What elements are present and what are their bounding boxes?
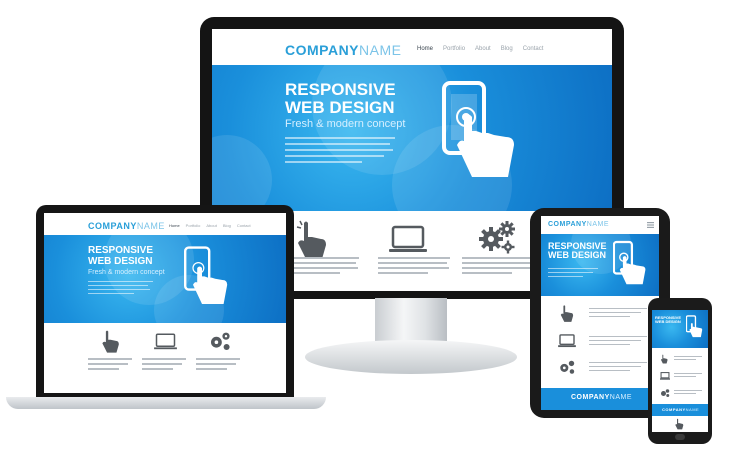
brand-part2: NAME [586, 221, 609, 228]
laptop-feature-text-3 [196, 358, 240, 373]
laptop-feature-text-2 [142, 358, 186, 373]
phone-feature-text-3 [674, 390, 702, 397]
nav-item-about[interactable]: About [475, 46, 491, 52]
desktop-feature-text-2 [378, 257, 450, 277]
phone-hero-banner: RESPONSIVE WEB DESIGN [652, 310, 708, 348]
tablet-feature-hand-icon [559, 304, 574, 323]
laptop-feature-laptop-icon [154, 333, 177, 351]
phone-bottom-hand-icon [674, 418, 684, 430]
hero-title-line1: RESPONSIVE [88, 245, 154, 256]
hero-title-line2: WEB DESIGN [655, 319, 681, 325]
touch-phone-icon [613, 240, 649, 288]
nav-item-portfolio[interactable]: Portfolio [443, 46, 465, 52]
tablet-feature-gears-icon [558, 358, 576, 376]
laptop-base [6, 397, 326, 409]
tablet-footer: COMPANYNAME [541, 388, 659, 410]
brand-part1: COMPANY [662, 407, 686, 412]
desktop-brand-logo[interactable]: COMPANYNAME [285, 42, 401, 58]
brand-part1: COMPANY [571, 394, 610, 401]
brand-part1: COMPANY [88, 221, 137, 231]
tablet-feature-text-1 [589, 308, 647, 320]
laptop-feature-gears-icon [208, 329, 232, 353]
tablet-screen: COMPANYNAME RESPONSIVE WEB DESIGN COMPAN… [541, 216, 659, 410]
touch-phone-icon [686, 315, 704, 339]
tablet-menu-icon[interactable] [647, 222, 654, 228]
nav-item-blog[interactable]: Blog [501, 46, 513, 52]
brand-part1: COMPANY [548, 221, 587, 228]
phone-hero-title: RESPONSIVE WEB DESIGN [655, 315, 681, 325]
nav-item-contact[interactable]: Contact [237, 223, 251, 228]
brand-part2: NAME [136, 221, 165, 231]
tablet-feature-text-3 [589, 362, 647, 374]
desktop-hero-banner: RESPONSIVE WEB DESIGN Fresh & modern con… [212, 65, 612, 211]
nav-item-about[interactable]: About [206, 223, 216, 228]
laptop-hero-subtitle: Fresh & modern concept [88, 269, 165, 276]
tablet-feature-laptop-icon [558, 334, 576, 348]
laptop-hero-banner: RESPONSIVE WEB DESIGN Fresh & modern con… [44, 235, 286, 323]
phone-feature-text-2 [674, 373, 702, 380]
phone-footer: COMPANYNAME [652, 404, 708, 416]
phone-footer-brand: COMPANYNAME [662, 407, 699, 412]
laptop-feature-text-1 [88, 358, 132, 373]
desktop-hero-title: RESPONSIVE WEB DESIGN [285, 81, 396, 117]
nav-item-home[interactable]: Home [169, 223, 180, 228]
hero-title-line1: RESPONSIVE [285, 80, 396, 99]
desktop-hero-body-lines [285, 137, 395, 167]
laptop-nav: Home Portfolio About Blog Contact [169, 223, 251, 228]
hero-title-line2: WEB DESIGN [88, 255, 153, 267]
desktop-feature-hand-icon [294, 219, 328, 261]
monitor-stand-neck [375, 298, 447, 346]
brand-part2: NAME [685, 407, 700, 412]
nav-item-contact[interactable]: Contact [523, 46, 544, 52]
phone-feature-laptop-icon [660, 372, 670, 380]
phone-home-button[interactable] [675, 434, 685, 440]
nav-item-home[interactable]: Home [417, 46, 433, 52]
brand-part2: NAME [609, 394, 632, 401]
tablet-footer-brand: COMPANYNAME [571, 394, 632, 401]
touch-phone-icon [184, 245, 232, 309]
desktop-feature-text-3 [462, 257, 534, 277]
desktop-feature-text-1 [294, 257, 359, 277]
tablet-hero-body-lines [548, 268, 598, 281]
laptop-brand-logo[interactable]: COMPANYNAME [88, 221, 165, 231]
phone-feature-text-1 [674, 356, 702, 363]
tablet-brand-logo[interactable]: COMPANYNAME [548, 221, 609, 228]
monitor-stand-base [305, 340, 517, 374]
laptop-hero-body-lines [88, 281, 153, 298]
desktop-feature-gears-icon [477, 217, 517, 257]
desktop-feature-laptop-icon [389, 225, 427, 255]
desktop-hero-subtitle: Fresh & modern concept [285, 118, 406, 130]
touch-phone-icon [442, 79, 522, 185]
nav-item-portfolio[interactable]: Portfolio [186, 223, 201, 228]
brand-part1: COMPANY [285, 42, 360, 58]
nav-item-blog[interactable]: Blog [223, 223, 231, 228]
hero-title-line2: WEB DESIGN [285, 97, 395, 117]
tablet-hero-title: RESPONSIVE WEB DESIGN [548, 241, 607, 261]
desktop-nav: Home Portfolio About Blog Contact [417, 46, 543, 52]
tablet-feature-text-2 [589, 336, 647, 348]
phone-feature-gears-icon [660, 388, 670, 398]
phone-feature-hand-icon [660, 354, 668, 364]
laptop-screen: COMPANYNAME Home Portfolio About Blog Co… [44, 213, 286, 393]
laptop-hero-title: RESPONSIVE WEB DESIGN [88, 245, 154, 267]
brand-part2: NAME [359, 42, 402, 58]
phone-screen: RESPONSIVE WEB DESIGN COMPANYNAME [652, 310, 708, 432]
hero-title-line2: WEB DESIGN [548, 250, 607, 261]
tablet-hero-banner: RESPONSIVE WEB DESIGN [541, 234, 659, 296]
laptop-feature-hand-icon [100, 329, 120, 354]
